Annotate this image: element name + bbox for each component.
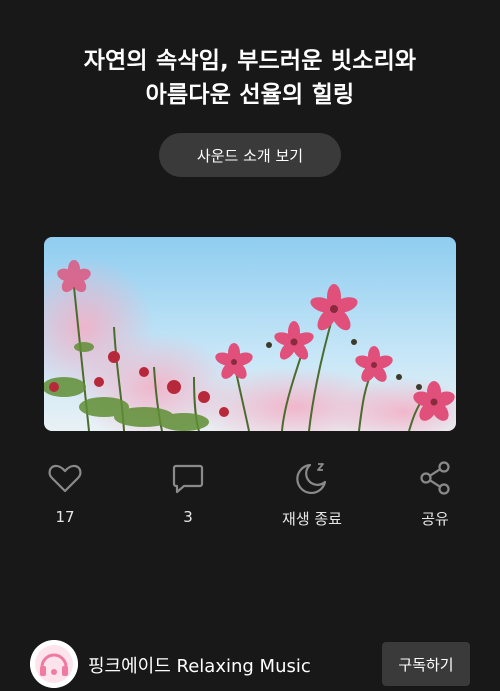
subscribe-button[interactable]: 구독하기 (382, 642, 470, 686)
comment-count: 3 (183, 508, 193, 526)
sleep-timer-button[interactable]: 재생 종료 (267, 458, 357, 529)
cosmos-flowers-image (44, 237, 456, 431)
share-icon (420, 461, 450, 495)
pink-aid-logo-icon (30, 640, 78, 688)
channel-name[interactable]: 핑크에이드 Relaxing Music (88, 652, 311, 678)
action-bar: 17 3 재생 종료 공유 (0, 458, 500, 538)
page-title: 자연의 속삭임, 부드러운 빗소리와 아름다운 선율의 힐링 (20, 44, 480, 112)
heart-icon (48, 464, 82, 493)
channel-bar: 핑크에이드 Relaxing Music 구독하기 (0, 640, 500, 691)
hero-image[interactable] (44, 237, 456, 431)
share-button[interactable]: 공유 (390, 458, 480, 529)
title-line-1: 자연의 속삭임, 부드러운 빗소리와 (83, 48, 417, 74)
share-label: 공유 (421, 510, 449, 528)
sleep-timer-label: 재생 종료 (282, 510, 342, 528)
sleep-timer-icon (296, 463, 327, 495)
like-button[interactable]: 17 (20, 458, 110, 526)
sound-intro-button[interactable]: 사운드 소개 보기 (159, 133, 341, 177)
comment-button[interactable]: 3 (143, 458, 233, 526)
comment-icon (172, 464, 204, 494)
title-line-2: 아름다운 선율의 힐링 (145, 82, 355, 108)
like-count: 17 (55, 508, 75, 526)
channel-avatar[interactable] (30, 640, 78, 688)
